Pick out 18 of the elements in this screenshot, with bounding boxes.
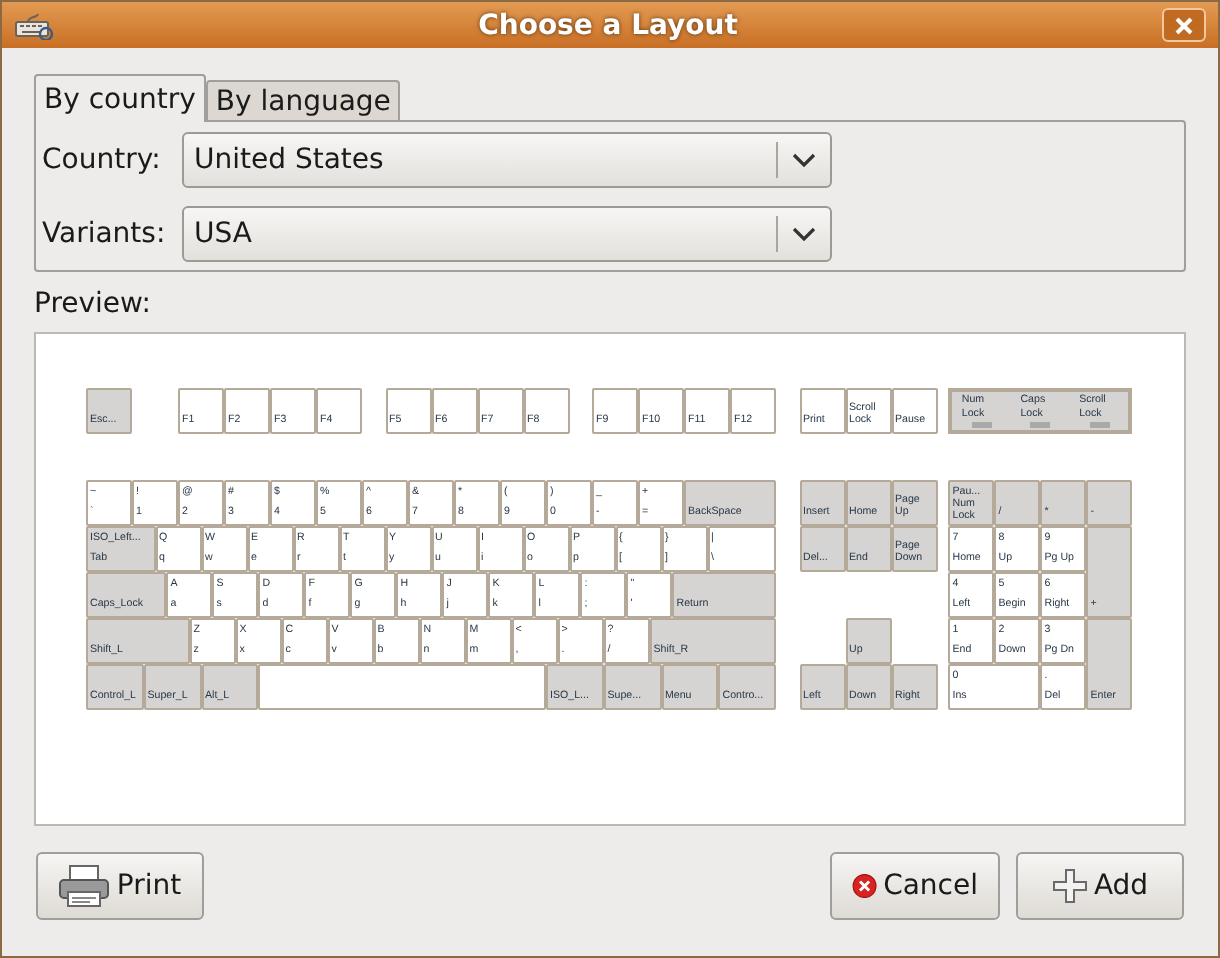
- print-button[interactable]: Print: [36, 852, 204, 920]
- tab[interactable]: By country: [34, 74, 206, 122]
- field-label: Country:: [42, 144, 163, 176]
- chevron-down-icon: [792, 226, 816, 242]
- dropdown[interactable]: USA: [182, 206, 832, 262]
- keyboard-icon: [14, 11, 54, 39]
- cancel-button[interactable]: Cancel: [830, 852, 1000, 920]
- dropdown[interactable]: United States: [182, 132, 832, 188]
- close-icon: [1174, 15, 1194, 35]
- printer-icon: [58, 864, 111, 908]
- preview-label: Preview:: [34, 288, 151, 320]
- window-title: Choose a Layout: [476, 9, 740, 41]
- close-button[interactable]: [1162, 8, 1206, 42]
- chevron-down-icon: [792, 152, 816, 168]
- field-label: Variants:: [42, 218, 168, 250]
- tab[interactable]: By language: [205, 80, 401, 120]
- plus-icon: [1051, 868, 1088, 904]
- add-button[interactable]: Add: [1016, 852, 1184, 920]
